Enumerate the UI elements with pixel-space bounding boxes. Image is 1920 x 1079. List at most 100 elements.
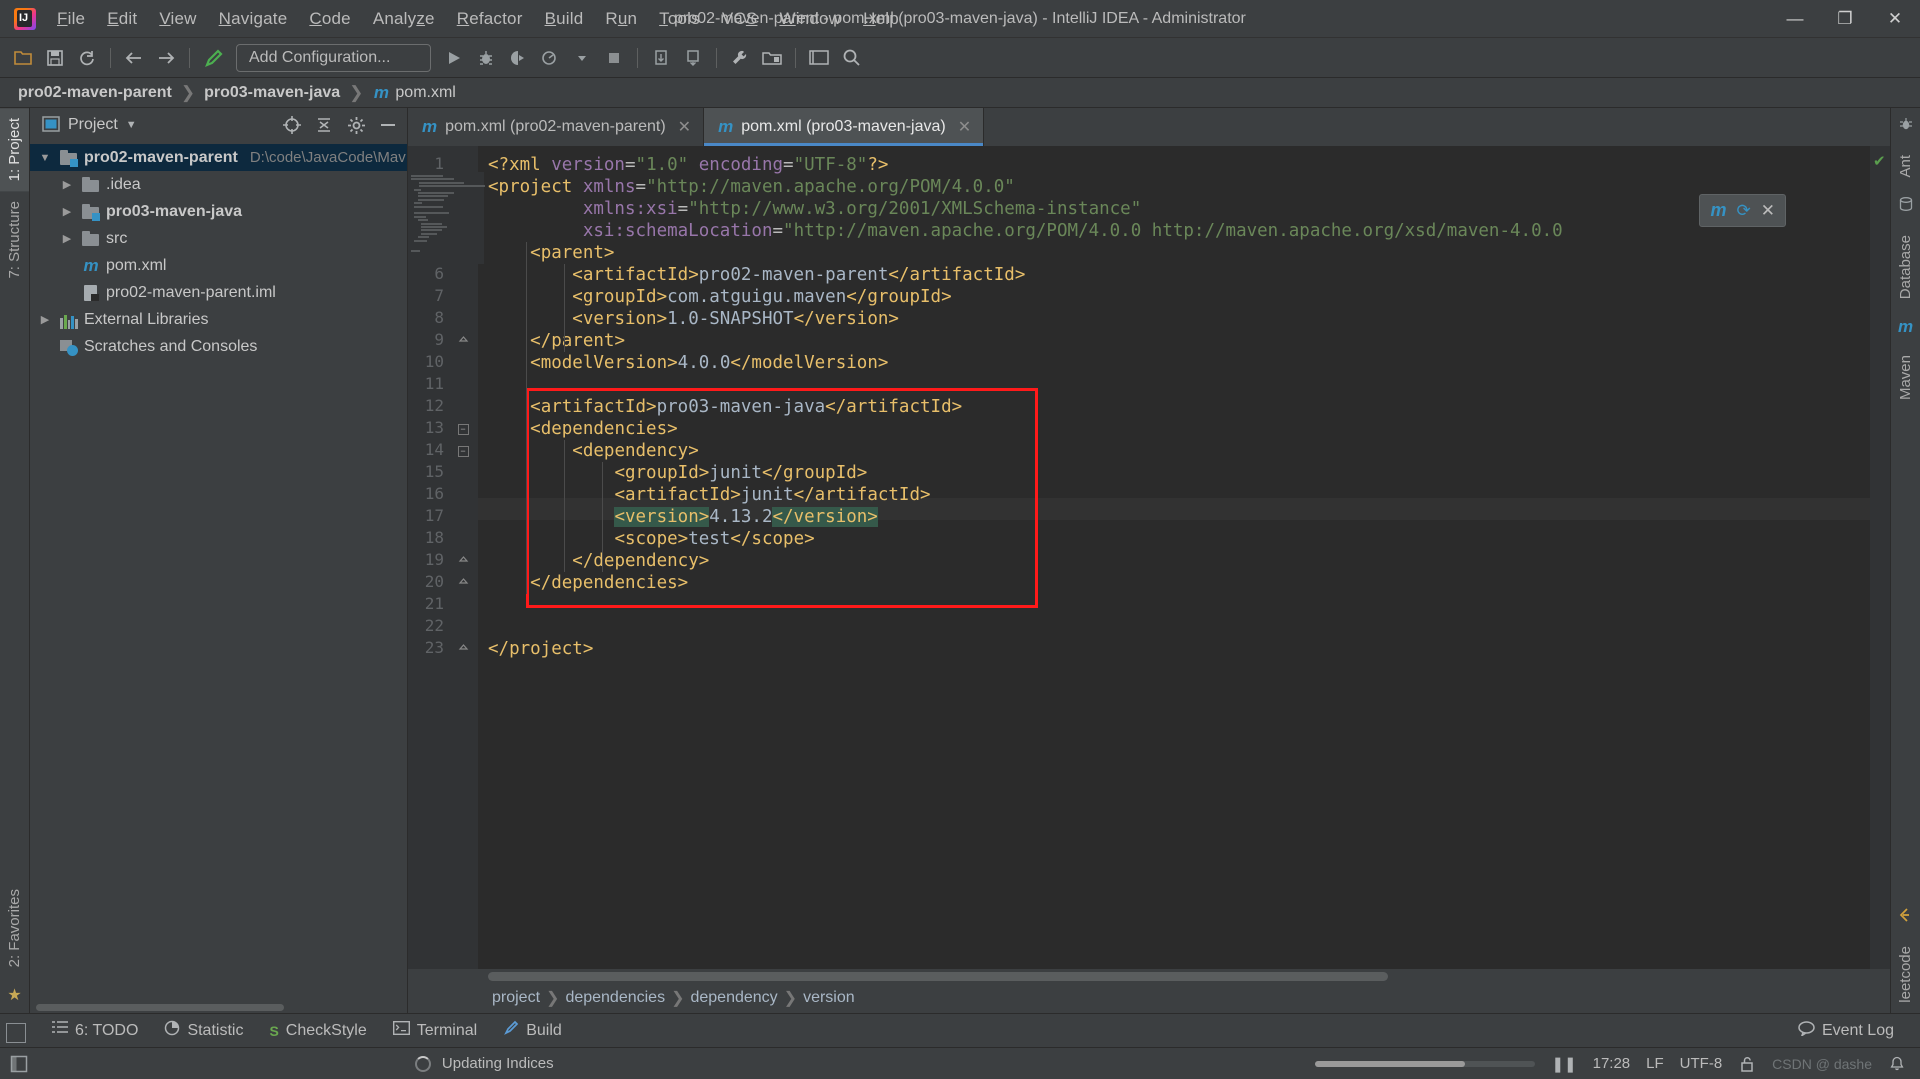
expand-arrow-icon[interactable]: ▶: [58, 205, 76, 218]
fold-collapse-icon[interactable]: [456, 576, 470, 590]
code-line[interactable]: xmlns:xsi="http://www.w3.org/2001/XMLSch…: [488, 198, 1141, 220]
editor-breadcrumb-item-2[interactable]: dependency: [690, 989, 777, 1007]
sidebar-item-ant[interactable]: Ant: [1891, 145, 1920, 188]
editor-breadcrumb-item-0[interactable]: project: [492, 989, 540, 1007]
run-icon[interactable]: [439, 43, 469, 73]
fold-collapse-icon[interactable]: [456, 554, 470, 568]
code-line[interactable]: </project>: [488, 638, 593, 660]
inspection-status-icon[interactable]: ✔: [1873, 152, 1886, 170]
menu-code[interactable]: Code: [298, 3, 361, 35]
sidebar-item-favorites[interactable]: 2: Favorites: [0, 879, 29, 977]
build-hammer-icon[interactable]: [198, 43, 228, 73]
fold-expand-icon[interactable]: −: [456, 422, 470, 436]
expand-arrow-icon[interactable]: ▼: [36, 152, 54, 164]
editor-gutter[interactable]: 12−345m↑−678910111213−14−151617181920212…: [408, 146, 478, 969]
sync-icon[interactable]: [72, 43, 102, 73]
code-line[interactable]: <artifactId>pro02-maven-parent</artifact…: [488, 264, 1025, 286]
close-tab-icon[interactable]: ✕: [678, 117, 691, 137]
pause-indexing-button[interactable]: ❚❚: [1551, 1055, 1576, 1073]
sidebar-item-structure[interactable]: 7: Structure: [0, 191, 29, 289]
menu-window[interactable]: Window: [768, 3, 852, 35]
chevron-down-icon[interactable]: ▼: [126, 119, 137, 131]
breadcrumb-item-1[interactable]: pro03-maven-java: [204, 84, 340, 102]
gear-icon[interactable]: [343, 112, 369, 138]
tree-item-pro03-maven-java[interactable]: ▶ pro03-maven-java: [30, 198, 407, 225]
expand-arrow-icon[interactable]: ▶: [58, 232, 76, 245]
forward-arrow-icon[interactable]: [151, 43, 181, 73]
breadcrumb-item-0[interactable]: pro02-maven-parent: [18, 84, 172, 102]
tree-item-iml[interactable]: pro02-maven-parent.iml: [30, 279, 407, 306]
code-line[interactable]: <modelVersion>4.0.0</modelVersion>: [488, 352, 888, 374]
menu-file[interactable]: FFileile: [46, 3, 96, 35]
menu-tools[interactable]: Tools: [648, 3, 711, 35]
maven-reimport-popup[interactable]: m ⟳ ✕: [1699, 194, 1786, 227]
code-line[interactable]: <scope>test</scope>: [488, 528, 814, 550]
editor-breadcrumb-item-1[interactable]: dependencies: [565, 989, 665, 1007]
open-folder-icon[interactable]: [8, 43, 38, 73]
fold-expand-icon[interactable]: −: [456, 444, 470, 458]
menu-bar[interactable]: FFileile Edit View Navigate Code Analyze…: [46, 3, 910, 35]
chevron-down-icon[interactable]: [567, 43, 597, 73]
code-line[interactable]: <?xml version="1.0" encoding="UTF-8"?>: [488, 154, 888, 176]
minimize-button[interactable]: —: [1770, 0, 1820, 38]
expand-arrow-icon[interactable]: ▶: [36, 313, 54, 326]
tree-item-external-libraries[interactable]: ▶ External Libraries: [30, 306, 407, 333]
reload-project-icon[interactable]: ⟳: [1737, 201, 1751, 221]
tree-item-src[interactable]: ▶ src: [30, 225, 407, 252]
expand-arrow-icon[interactable]: ▶: [58, 178, 76, 191]
project-structure-icon[interactable]: [757, 43, 787, 73]
code-line[interactable]: <groupId>junit</groupId>: [488, 462, 867, 484]
sidebar-item-project[interactable]: 1: Project: [0, 108, 29, 192]
code-line[interactable]: <artifactId>pro03-maven-java</artifactId…: [488, 396, 962, 418]
editor-tab-pom-pro03[interactable]: m pom.xml (pro03-maven-java) ✕: [704, 108, 985, 146]
commit-icon[interactable]: [678, 43, 708, 73]
sidebar-item-leetcode[interactable]: leetcode: [1891, 936, 1920, 1013]
code-line[interactable]: </dependency>: [488, 550, 709, 572]
code-line[interactable]: <artifactId>junit</artifactId>: [488, 484, 930, 506]
menu-edit[interactable]: Edit: [96, 3, 148, 35]
code-line[interactable]: <project xmlns="http://maven.apache.org/…: [488, 176, 1015, 198]
fold-collapse-icon[interactable]: [456, 642, 470, 656]
tool-window-terminal[interactable]: Terminal: [381, 1017, 489, 1044]
menu-view[interactable]: View: [148, 3, 207, 35]
maximize-button[interactable]: ❐: [1820, 0, 1870, 38]
editor-tab-pom-pro02[interactable]: m pom.xml (pro02-maven-parent) ✕: [408, 108, 705, 146]
menu-help[interactable]: Help: [852, 3, 910, 35]
encoding-indicator[interactable]: UTF-8: [1680, 1055, 1723, 1072]
add-configuration-button[interactable]: Add Configuration...: [236, 43, 431, 72]
menu-run[interactable]: Run: [594, 3, 648, 35]
bell-icon[interactable]: [1888, 1055, 1906, 1073]
search-icon[interactable]: [836, 43, 866, 73]
editor-horizontal-scrollbar[interactable]: [408, 969, 1890, 983]
tree-item-pom-xml[interactable]: m pom.xml: [30, 252, 407, 279]
code-line[interactable]: <dependencies>: [488, 418, 678, 440]
code-line[interactable]: xsi:schemaLocation="http://maven.apache.…: [488, 220, 1563, 242]
breadcrumb-item-2[interactable]: pom.xml: [395, 84, 455, 102]
unlocked-icon[interactable]: [1738, 1055, 1756, 1073]
close-button[interactable]: ✕: [1870, 0, 1920, 38]
terminal-toolbar-icon[interactable]: [804, 43, 834, 73]
menu-vcs[interactable]: VCS: [711, 3, 769, 35]
project-tree[interactable]: ▼ pro02-maven-parent D:\code\JavaCode\Ma…: [30, 142, 407, 1001]
tree-item-idea[interactable]: ▶ .idea: [30, 171, 407, 198]
profile-icon[interactable]: [535, 43, 565, 73]
code-line[interactable]: <version>1.0-SNAPSHOT</version>: [488, 308, 899, 330]
close-icon[interactable]: ✕: [1761, 201, 1775, 221]
code-line[interactable]: <parent>: [488, 242, 614, 264]
line-separator-indicator[interactable]: LF: [1646, 1055, 1664, 1072]
show-tool-windows-icon[interactable]: [10, 1055, 28, 1073]
sidebar-item-maven[interactable]: Maven: [1891, 345, 1920, 410]
collapse-all-icon[interactable]: [311, 112, 337, 138]
tool-window-todo[interactable]: 6: TODO: [40, 1017, 150, 1044]
fold-collapse-icon[interactable]: [456, 334, 470, 348]
menu-analyze[interactable]: Analyze: [362, 3, 446, 35]
tool-window-build[interactable]: Build: [491, 1016, 574, 1045]
menu-build[interactable]: Build: [534, 3, 595, 35]
editor-breadcrumb-item-3[interactable]: version: [803, 989, 855, 1007]
code-line[interactable]: </parent>: [488, 330, 625, 352]
stop-icon[interactable]: [599, 43, 629, 73]
code-minimap[interactable]: [408, 172, 485, 264]
code-line[interactable]: <version>4.13.2</version>: [488, 506, 878, 528]
project-panel-scrollbar[interactable]: [30, 1001, 407, 1013]
sidebar-item-database[interactable]: Database: [1891, 225, 1920, 309]
